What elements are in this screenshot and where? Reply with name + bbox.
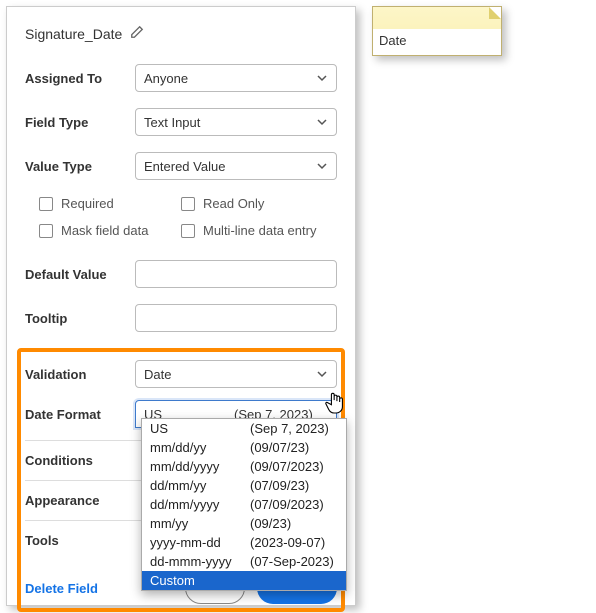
checkbox-icon: [39, 197, 53, 211]
date-format-label: Date Format: [25, 407, 135, 422]
multiline-checkbox[interactable]: Multi-line data entry: [181, 223, 337, 238]
default-value-label: Default Value: [25, 267, 135, 282]
assigned-to-label: Assigned To: [25, 71, 135, 86]
assigned-to-select[interactable]: Anyone: [135, 64, 337, 92]
chevron-down-icon: [316, 160, 328, 172]
value-type-label: Value Type: [25, 159, 135, 174]
field-properties-panel: Signature_Date Assigned To Anyone Field …: [6, 6, 356, 606]
chevron-down-icon: [316, 72, 328, 84]
value-type-select[interactable]: Entered Value: [135, 152, 337, 180]
tooltip-input[interactable]: [135, 304, 337, 332]
field-type-label: Field Type: [25, 115, 135, 130]
readonly-checkbox[interactable]: Read Only: [181, 196, 337, 211]
date-format-option[interactable]: yyyy-mm-dd(2023-09-07): [142, 533, 346, 552]
field-type-select[interactable]: Text Input: [135, 108, 337, 136]
date-format-option[interactable]: Custom: [142, 571, 346, 590]
required-checkbox[interactable]: Required: [25, 196, 181, 211]
date-format-option[interactable]: dd-mmm-yyyy(07-Sep-2023): [142, 552, 346, 571]
fold-corner-icon: [489, 7, 501, 19]
date-format-option[interactable]: US(Sep 7, 2023): [142, 419, 346, 438]
date-format-option[interactable]: mm/dd/yyyy(09/07/2023): [142, 457, 346, 476]
validation-select[interactable]: Date: [135, 360, 337, 388]
chevron-down-icon: [316, 368, 328, 380]
date-field-label: Date: [373, 29, 501, 55]
tooltip-label: Tooltip: [25, 311, 135, 326]
cursor-hand-icon: [325, 389, 347, 415]
date-format-option[interactable]: dd/mm/yyyy(07/09/2023): [142, 495, 346, 514]
edit-name-icon[interactable]: [130, 25, 144, 42]
checkbox-icon: [39, 224, 53, 238]
chevron-down-icon: [316, 116, 328, 128]
date-format-option[interactable]: mm/dd/yy(09/07/23): [142, 438, 346, 457]
field-title-row: Signature_Date: [25, 25, 337, 42]
date-format-dropdown[interactable]: US(Sep 7, 2023)mm/dd/yy(09/07/23)mm/dd/y…: [141, 418, 347, 591]
date-field-preview[interactable]: Date: [372, 6, 502, 56]
default-value-input[interactable]: [135, 260, 337, 288]
field-title: Signature_Date: [25, 26, 122, 42]
mask-checkbox[interactable]: Mask field data: [25, 223, 181, 238]
validation-label: Validation: [25, 367, 135, 382]
checkbox-icon: [181, 197, 195, 211]
date-format-option[interactable]: dd/mm/yy(07/09/23): [142, 476, 346, 495]
validation-highlight: Validation Date Date Format US (Sep 7, 2…: [17, 348, 345, 612]
delete-field-link[interactable]: Delete Field: [25, 581, 98, 596]
checkbox-icon: [181, 224, 195, 238]
date-format-option[interactable]: mm/yy(09/23): [142, 514, 346, 533]
